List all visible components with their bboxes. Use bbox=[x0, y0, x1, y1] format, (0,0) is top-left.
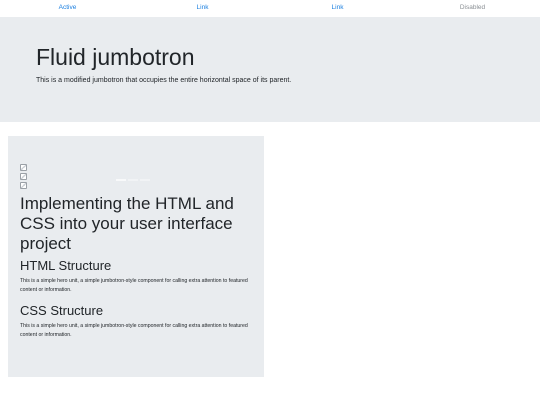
nav-link-disabled: Disabled bbox=[459, 4, 486, 11]
section-text-html: This is a simple hero unit, a simple jum… bbox=[20, 278, 248, 293]
section-title-css: CSS Structure bbox=[20, 303, 104, 318]
jumbotron-title: Fluid jumbotron bbox=[36, 44, 195, 70]
nav-link-2[interactable]: Link bbox=[270, 0, 405, 16]
fluid-jumbotron: Fluid jumbotron This is a modified jumbo… bbox=[0, 17, 540, 122]
jumbotron-lead: This is a modified jumbotron that occupi… bbox=[36, 77, 292, 84]
nav-link-1[interactable]: Link bbox=[135, 0, 270, 16]
broken-image-icon bbox=[20, 164, 27, 171]
broken-image-icon bbox=[20, 182, 27, 189]
hero-card: Implementing the HTML and CSS into your … bbox=[8, 136, 264, 377]
carousel-indicators[interactable] bbox=[116, 179, 150, 181]
carousel-images bbox=[20, 164, 32, 191]
section-title-html: HTML Structure bbox=[20, 258, 112, 273]
carousel-indicator-1[interactable] bbox=[116, 179, 126, 181]
top-nav: Active Link Link Disabled bbox=[0, 0, 540, 16]
carousel-indicator-3[interactable] bbox=[140, 179, 150, 181]
card-heading: Implementing the HTML and CSS into your … bbox=[20, 194, 234, 253]
nav-link-active[interactable]: Active bbox=[0, 0, 135, 16]
broken-image-icon bbox=[20, 173, 27, 180]
section-text-css: This is a simple hero unit, a simple jum… bbox=[20, 323, 248, 338]
carousel-indicator-2[interactable] bbox=[128, 179, 138, 181]
